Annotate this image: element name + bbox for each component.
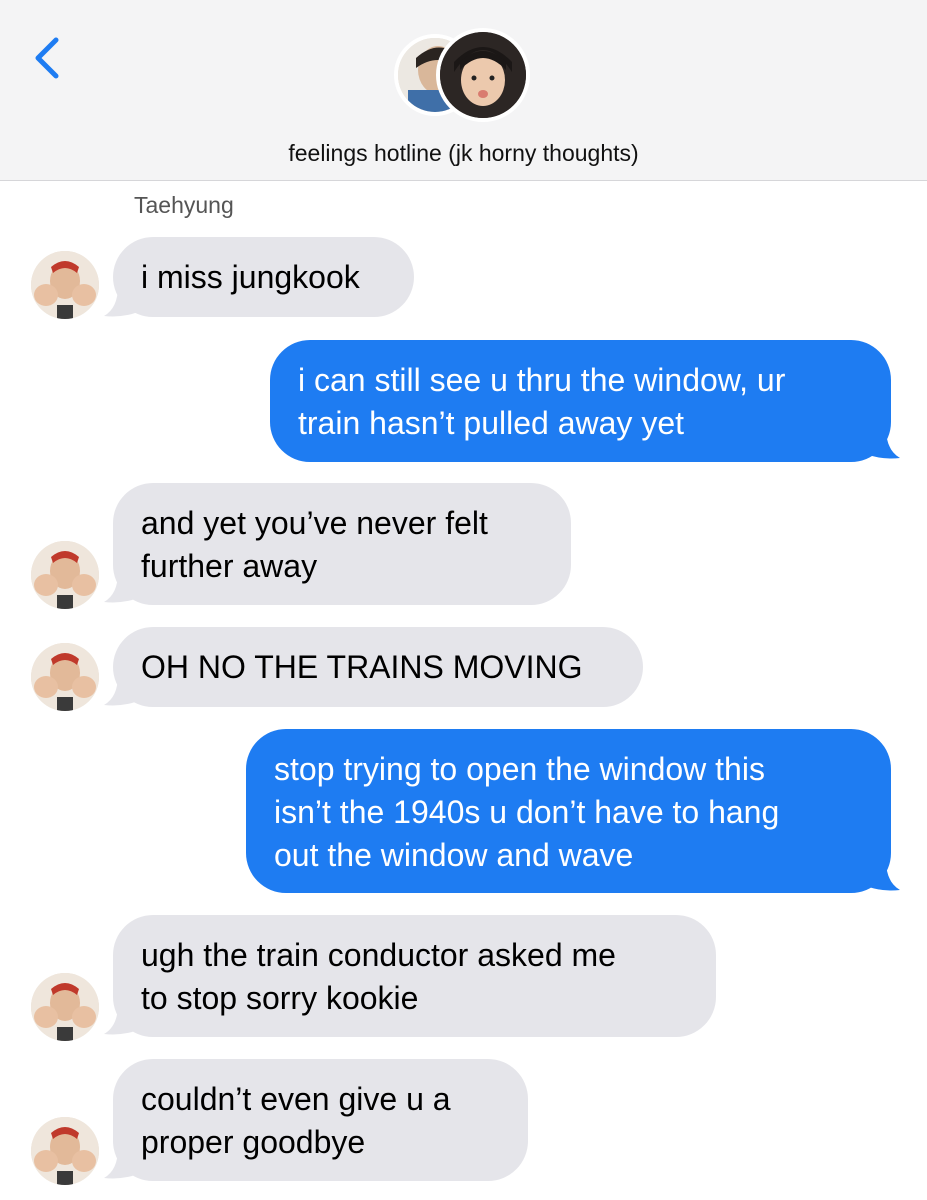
chevron-left-icon bbox=[35, 37, 59, 79]
avatar bbox=[31, 251, 99, 319]
avatar bbox=[31, 973, 99, 1041]
sender-name: Taehyung bbox=[134, 192, 234, 218]
conversation-title[interactable]: feelings hotline (jk horny thoughts) bbox=[0, 140, 927, 167]
group-avatars[interactable] bbox=[394, 28, 534, 124]
avatar bbox=[31, 1117, 99, 1185]
conversation-header: feelings hotline (jk horny thoughts) bbox=[0, 0, 927, 181]
avatar bbox=[31, 541, 99, 609]
message-bubble-incoming[interactable]: i miss jungkook bbox=[113, 237, 414, 317]
back-button[interactable] bbox=[26, 32, 70, 84]
message-bubble-incoming[interactable]: and yet you’ve never felt further away bbox=[113, 483, 571, 605]
message-bubble-outgoing[interactable]: stop trying to open the window this isn’… bbox=[246, 729, 891, 893]
group-member-avatar bbox=[436, 28, 530, 122]
message-bubble-incoming[interactable]: couldn’t even give u a proper goodbye bbox=[113, 1059, 528, 1181]
avatar bbox=[31, 643, 99, 711]
message-bubble-outgoing[interactable]: i can still see u thru the window, ur tr… bbox=[270, 340, 891, 462]
message-bubble-incoming[interactable]: OH NO THE TRAINS MOVING bbox=[113, 627, 643, 707]
message-bubble-incoming[interactable]: ugh the train conductor asked me to stop… bbox=[113, 915, 716, 1037]
